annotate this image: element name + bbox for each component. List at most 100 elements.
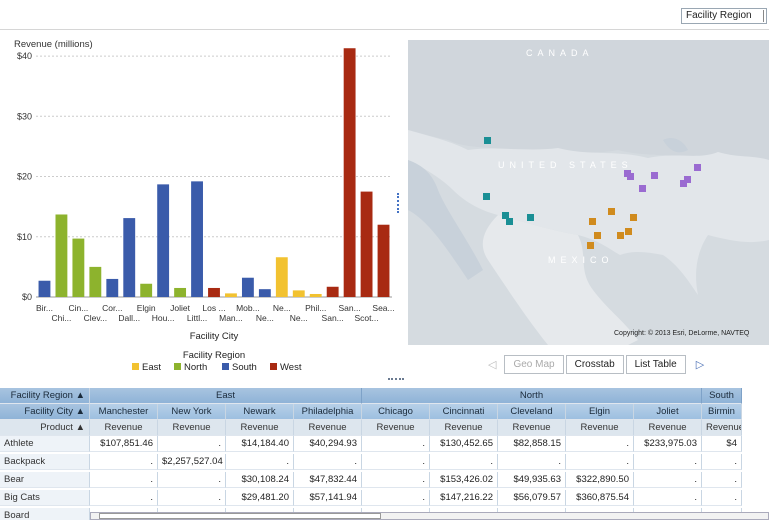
measure-header: Revenue bbox=[226, 420, 294, 436]
measure-header: Revenue bbox=[430, 420, 498, 436]
horizontal-splitter-handle[interactable] bbox=[388, 378, 404, 380]
map-marker-south bbox=[587, 242, 594, 249]
revenue-cell: . bbox=[702, 454, 742, 470]
city-header[interactable]: Cincinnati bbox=[430, 404, 498, 420]
x-tick-label: Man... bbox=[219, 313, 243, 323]
chart-bar[interactable] bbox=[208, 287, 220, 297]
city-header[interactable]: Joliet bbox=[634, 404, 702, 420]
chart-bar[interactable] bbox=[157, 184, 170, 297]
city-header[interactable]: Manchester bbox=[90, 404, 158, 420]
x-tick-label: Ne... bbox=[273, 303, 291, 313]
revenue-cell: . bbox=[294, 454, 362, 470]
legend-swatch bbox=[222, 363, 229, 370]
y-tick-label: $10 bbox=[17, 232, 32, 242]
region-header[interactable]: East bbox=[90, 388, 362, 404]
facility-region-header[interactable]: Facility Region ▲ bbox=[0, 388, 90, 404]
product-row-label[interactable]: Backpack bbox=[0, 454, 90, 470]
revenue-cell: $233,975.03 bbox=[634, 436, 702, 452]
chart-bar[interactable] bbox=[140, 283, 153, 297]
measure-header: Revenue bbox=[498, 420, 566, 436]
dropdown-separator bbox=[763, 10, 764, 22]
table-row: Bear.. $30,108.24 $47,832.44. $153,426.02 $4… bbox=[0, 472, 769, 490]
revenue-cell: . bbox=[634, 490, 702, 506]
measure-header: Revenue bbox=[158, 420, 226, 436]
legend-label: East bbox=[142, 362, 161, 372]
revenue-cell: $322,890.50 bbox=[566, 472, 634, 488]
product-row-label[interactable]: Big Cats bbox=[0, 490, 90, 506]
chart-bar[interactable] bbox=[309, 293, 322, 297]
revenue-bar-chart[interactable]: Revenue (millions) $0 $10 $20 $30 $40 Bir...Ch… bbox=[0, 32, 400, 372]
tab-crosstab[interactable]: Crosstab bbox=[565, 354, 624, 374]
map-marker-south bbox=[625, 228, 632, 235]
map-marker-north bbox=[651, 172, 658, 179]
map-marker-west bbox=[527, 214, 534, 221]
chart-bar[interactable] bbox=[241, 277, 254, 297]
scrollbar-thumb[interactable] bbox=[99, 513, 381, 519]
vertical-splitter-handle[interactable] bbox=[397, 193, 400, 213]
tab-geo-map[interactable]: Geo Map bbox=[504, 354, 564, 374]
chart-bar[interactable] bbox=[38, 280, 51, 297]
revenue-cell: . bbox=[362, 436, 430, 452]
tab-prev-arrow-icon[interactable]: ◁ bbox=[480, 358, 504, 371]
x-tick-label: Ne... bbox=[256, 313, 274, 323]
crosstab-table[interactable]: Board Big Cats.. $29,481.20 $57,141.94. $147… bbox=[0, 388, 769, 520]
map-copyright: Copyright: © 2013 Esri, DeLorme, NAVTEQ bbox=[614, 330, 750, 337]
table-row: Big Cats.. $29,481.20 $57,141.94. $147,216.… bbox=[0, 490, 769, 508]
chart-bar[interactable] bbox=[292, 290, 305, 297]
x-tick-label: San... bbox=[322, 313, 344, 323]
chart-bar[interactable] bbox=[326, 286, 339, 297]
x-tick-label: Cor... bbox=[102, 303, 122, 313]
horizontal-scrollbar[interactable] bbox=[90, 512, 769, 520]
chart-bar[interactable] bbox=[258, 289, 271, 297]
revenue-cell: $2,257,527.04 bbox=[158, 454, 226, 470]
city-header[interactable]: Newark bbox=[226, 404, 294, 420]
x-tick-label: Littl... bbox=[187, 313, 207, 323]
chart-bar[interactable] bbox=[275, 257, 288, 297]
geo-map[interactable]: CANADA UNITED STATES MEXICO Copyright: ©… bbox=[408, 40, 769, 345]
region-header[interactable]: North bbox=[362, 388, 702, 404]
chart-bar[interactable] bbox=[89, 266, 102, 297]
chart-bar[interactable] bbox=[225, 293, 237, 297]
city-header[interactable]: Chicago bbox=[362, 404, 430, 420]
x-tick-label: Sea... bbox=[372, 303, 394, 313]
tab-next-arrow-icon[interactable]: ▷ bbox=[688, 358, 712, 371]
map-marker-west bbox=[484, 137, 491, 144]
revenue-cell: . bbox=[634, 454, 702, 470]
revenue-cell: . bbox=[362, 472, 430, 488]
city-header[interactable]: New York bbox=[158, 404, 226, 420]
legend-swatch bbox=[174, 363, 181, 370]
city-header[interactable]: Cleveland bbox=[498, 404, 566, 420]
city-header[interactable]: Elgin bbox=[566, 404, 634, 420]
chart-bar[interactable] bbox=[55, 214, 68, 297]
header-row-measure: Product ▲ Revenue Revenue Revenue Revenue Rev… bbox=[0, 420, 769, 436]
map-markers bbox=[483, 137, 701, 249]
chart-bar[interactable] bbox=[123, 218, 136, 297]
chart-bar[interactable] bbox=[377, 224, 390, 297]
city-header[interactable]: Philadelphia bbox=[294, 404, 362, 420]
chart-bar[interactable] bbox=[72, 238, 85, 297]
product-header[interactable]: Product ▲ bbox=[0, 420, 90, 436]
product-row-label[interactable]: Bear bbox=[0, 472, 90, 488]
map-marker-south bbox=[630, 214, 637, 221]
map-marker-west bbox=[506, 218, 513, 225]
revenue-cell: . bbox=[362, 490, 430, 506]
legend-title: Facility Region bbox=[183, 350, 245, 361]
city-header[interactable]: Birmin bbox=[702, 404, 742, 420]
revenue-cell: . bbox=[158, 436, 226, 452]
chart-bar[interactable] bbox=[106, 278, 119, 297]
chart-bar[interactable] bbox=[174, 287, 187, 297]
facility-city-header[interactable]: Facility City ▲ bbox=[0, 404, 90, 420]
chart-bar[interactable] bbox=[191, 181, 203, 297]
region-header[interactable]: South bbox=[702, 388, 742, 404]
revenue-cell: . bbox=[158, 472, 226, 488]
chart-bar[interactable] bbox=[343, 48, 356, 297]
map-marker-north bbox=[627, 173, 634, 180]
measure-header: Revenue bbox=[294, 420, 362, 436]
chart-bar[interactable] bbox=[360, 191, 373, 297]
product-row-label[interactable]: Athlete bbox=[0, 436, 90, 452]
facility-region-dropdown[interactable]: Facility Region bbox=[681, 8, 767, 24]
product-row-label[interactable]: Board bbox=[0, 508, 90, 520]
revenue-cell: . bbox=[498, 454, 566, 470]
tab-list-table[interactable]: List Table bbox=[625, 354, 686, 374]
revenue-cell: . bbox=[90, 454, 158, 470]
